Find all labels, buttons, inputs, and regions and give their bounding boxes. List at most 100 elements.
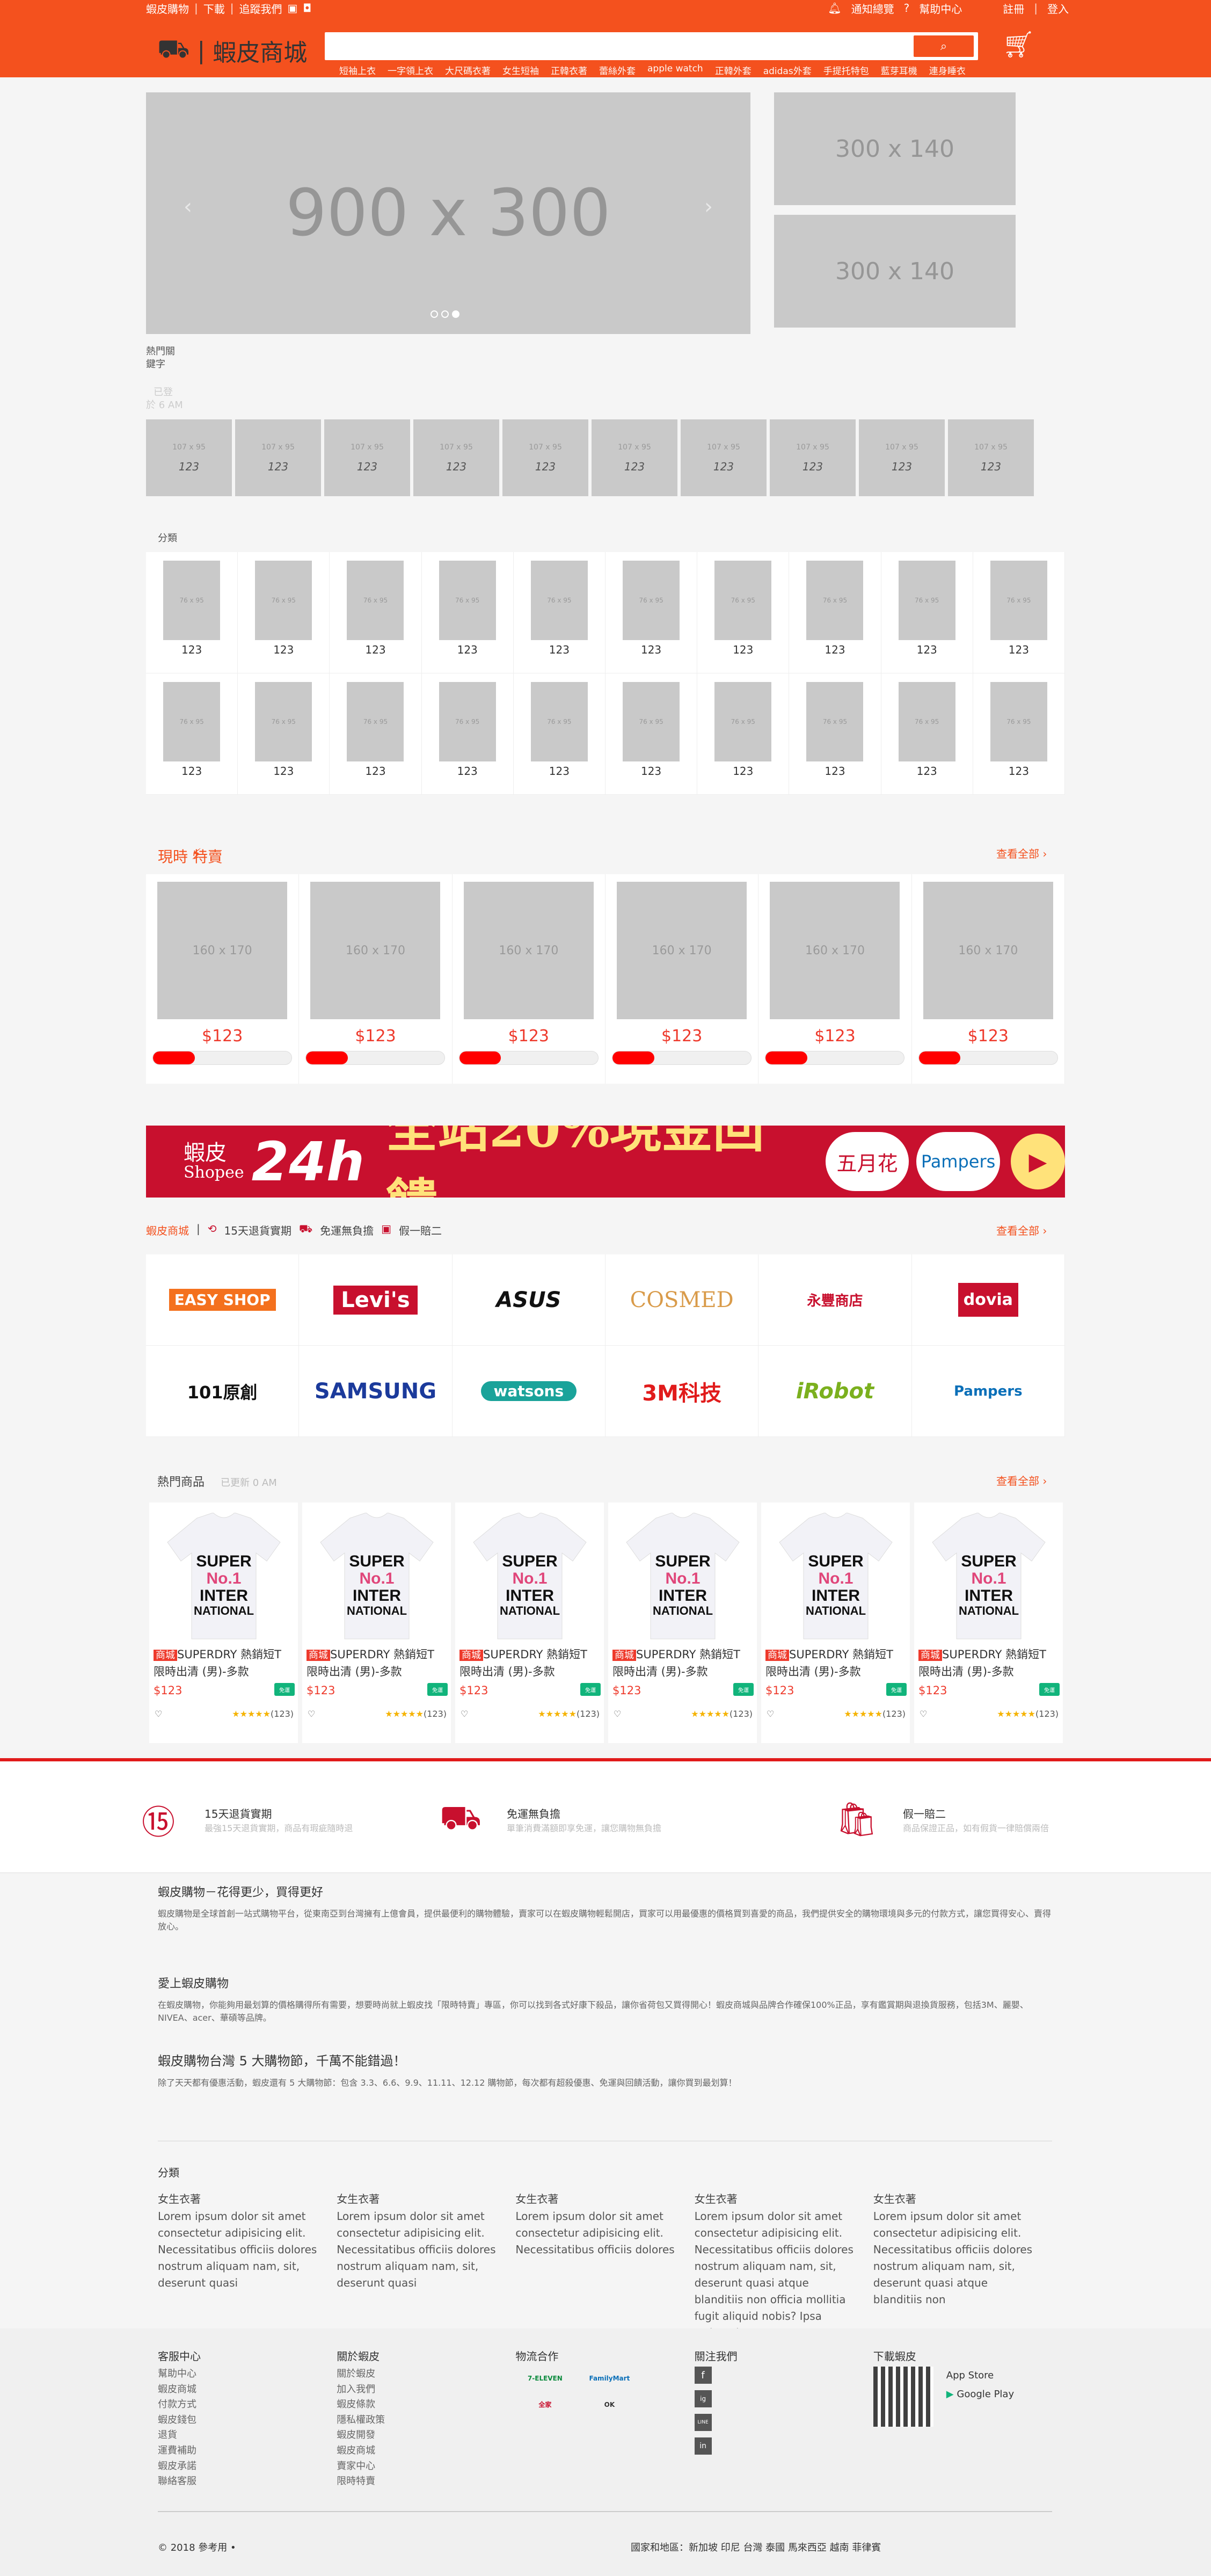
footer-link[interactable]: 退貨 (158, 2428, 337, 2443)
category-item[interactable]: 76 x 95 123 (238, 673, 330, 795)
category-item[interactable]: 76 x 95 123 (146, 673, 238, 795)
category-item[interactable]: 76 x 95 123 (789, 673, 881, 795)
hot-keyword[interactable]: 短袖上衣 (339, 63, 376, 77)
footer-category-heading[interactable]: 女生衣著 (873, 2190, 1052, 2206)
quick-link-item[interactable]: 107 x 95 123 (413, 419, 499, 496)
category-item[interactable]: 76 x 95 123 (973, 552, 1065, 673)
quick-link-item[interactable]: 107 x 95 123 (146, 419, 232, 496)
heart-icon[interactable]: ♡ (308, 1709, 315, 1719)
brand-cell[interactable]: 永豐商店 (758, 1254, 912, 1346)
topbar-shopee[interactable]: 蝦皮購物 (146, 1, 189, 16)
footer-link[interactable]: 運費補助 (158, 2443, 337, 2459)
topbar-follow[interactable]: 追蹤我們 (239, 1, 282, 16)
footer-link[interactable]: 幫助中心 (158, 2367, 337, 2382)
quick-link-item[interactable]: 107 x 95 123 (502, 419, 588, 496)
hot-keyword[interactable]: 正韓外套 (715, 63, 752, 77)
category-item[interactable]: 76 x 95 123 (513, 552, 606, 673)
quick-link-item[interactable]: 107 x 95 123 (770, 419, 856, 496)
quick-link-item[interactable]: 107 x 95 123 (681, 419, 767, 496)
heart-icon[interactable]: ♡ (614, 1709, 621, 1719)
mall-title[interactable]: 蝦皮商城 (146, 1222, 189, 1238)
brand-cell[interactable]: Levi's (299, 1254, 453, 1346)
login-link[interactable]: 登入 (1047, 1, 1069, 16)
carousel-dot[interactable] (441, 310, 449, 318)
instagram-icon[interactable]: ◘ (303, 2, 311, 14)
footer-link[interactable]: 蝦皮開發 (337, 2428, 515, 2443)
product-card[interactable]: SUPER No.1 INTER NATIONAL 商城 SUPERDRY 熱銷短T 限時… (455, 1503, 604, 1743)
footer-link[interactable]: 限時特賣 (337, 2474, 515, 2490)
notify-link[interactable]: 通知總覽 (851, 1, 894, 16)
search-button[interactable]: ⌕ (914, 35, 974, 57)
hot-keyword[interactable]: 手提托特包 (823, 63, 869, 77)
footer-link[interactable]: 蝦皮商城 (337, 2443, 515, 2459)
brand-cell[interactable]: ASUS (452, 1254, 606, 1346)
side-banner-1[interactable]: 300 x 140 (774, 92, 1016, 205)
footer-link[interactable]: 關於蝦皮 (337, 2367, 515, 2382)
flash-item[interactable]: 160 x 170 $123 (146, 874, 300, 1084)
category-item[interactable]: 76 x 95 123 (421, 673, 514, 795)
category-item[interactable]: 76 x 95 123 (697, 673, 790, 795)
product-card[interactable]: SUPER No.1 INTER NATIONAL 商城 SUPERDRY 熱銷短T 限時… (302, 1503, 451, 1743)
flash-item[interactable]: 160 x 170 $123 (299, 874, 453, 1084)
quick-link-item[interactable]: 107 x 95 123 (948, 419, 1034, 496)
product-card[interactable]: SUPER No.1 INTER NATIONAL 商城 SUPERDRY 熱銷短T 限時… (608, 1503, 757, 1743)
category-item[interactable]: 76 x 95 123 (881, 673, 973, 795)
mall-more-link[interactable]: 查看全部 › (996, 1222, 1047, 1238)
category-item[interactable]: 76 x 95 123 (697, 552, 790, 673)
google-play-link[interactable]: ▶ Google Play (946, 2389, 1014, 2400)
hot-keyword[interactable]: 藍芽耳機 (881, 63, 917, 77)
footer-link[interactable]: 聯絡客服 (158, 2474, 337, 2490)
brand-cell[interactable]: Pampers (911, 1346, 1065, 1437)
flash-item[interactable]: 160 x 170 $123 (758, 874, 912, 1084)
category-item[interactable]: 76 x 95 123 (789, 552, 881, 673)
facebook-icon[interactable]: ▣ (288, 2, 298, 14)
main-banner[interactable]: 900 x 300 ‹ › (146, 92, 750, 334)
logo[interactable]: ⛟ | 蝦皮商城 (157, 33, 307, 68)
brand-cell[interactable]: dovia (911, 1254, 1065, 1346)
category-item[interactable]: 76 x 95 123 (146, 552, 238, 673)
register-link[interactable]: 註冊 (1003, 1, 1024, 16)
hot-keyword[interactable]: adidas外套 (763, 63, 812, 77)
product-card[interactable]: SUPER No.1 INTER NATIONAL 商城 SUPERDRY 熱銷短T 限時… (761, 1503, 910, 1743)
cart-icon[interactable]: 🛒︎ (1002, 29, 1035, 60)
footer-category-heading[interactable]: 女生衣著 (158, 2190, 337, 2206)
hot-keyword[interactable]: apple watch (647, 63, 703, 77)
instagram-icon[interactable]: ig (694, 2390, 712, 2407)
quick-link-item[interactable]: 107 x 95 123 (235, 419, 321, 496)
product-card[interactable]: SUPER No.1 INTER NATIONAL 商城 SUPERDRY 熱銷短T 限時… (914, 1503, 1063, 1743)
category-item[interactable]: 76 x 95 123 (973, 673, 1065, 795)
brand-cell[interactable]: 3M科技 (606, 1346, 759, 1437)
category-item[interactable]: 76 x 95 123 (421, 552, 514, 673)
brand-cell[interactable]: iRobot (758, 1346, 912, 1437)
hot-keyword[interactable]: 連身睡衣 (929, 63, 966, 77)
side-banner-2[interactable]: 300 x 140 (774, 215, 1016, 328)
carousel-dot[interactable] (431, 310, 438, 318)
linkedin-icon[interactable]: in (694, 2437, 712, 2455)
footer-link[interactable]: 賣家中心 (337, 2459, 515, 2475)
category-item[interactable]: 76 x 95 123 (330, 552, 422, 673)
footer-link[interactable]: 蝦皮承諾 (158, 2459, 337, 2475)
footer-link[interactable]: 付款方式 (158, 2397, 337, 2413)
hot-keyword[interactable]: 正韓衣著 (551, 63, 587, 77)
brand-cell[interactable]: watsons (452, 1346, 606, 1437)
prev-arrow-icon[interactable]: ‹ (184, 194, 192, 219)
next-arrow-icon[interactable]: › (704, 194, 713, 219)
hot-keyword[interactable]: 蕾絲外套 (599, 63, 636, 77)
footer-link[interactable]: 蝦皮錢包 (158, 2413, 337, 2428)
brand-cell[interactable]: SAMSUNG (299, 1346, 453, 1437)
footer-link[interactable]: 加入我們 (337, 2382, 515, 2398)
app-store-link[interactable]: App Store (946, 2370, 1014, 2381)
footer-link[interactable]: 蝦皮條款 (337, 2397, 515, 2413)
flash-item[interactable]: 160 x 170 $123 (912, 874, 1065, 1084)
topbar-download[interactable]: 下載 (203, 1, 225, 16)
footer-link[interactable]: 蝦皮商城 (158, 2382, 337, 2398)
category-item[interactable]: 76 x 95 123 (605, 673, 698, 795)
quick-link-item[interactable]: 107 x 95 123 (592, 419, 677, 496)
brand-cell[interactable]: COSMED (606, 1254, 759, 1346)
flash-item[interactable]: 160 x 170 $123 (606, 874, 759, 1084)
heart-icon[interactable]: ♡ (155, 1709, 162, 1719)
brand-cell[interactable]: 101原創 (146, 1346, 300, 1437)
category-item[interactable]: 76 x 95 123 (605, 552, 698, 673)
product-card[interactable]: SUPER No.1 INTER NATIONAL 商城 SUPERDRY 熱銷短T 限時… (149, 1503, 298, 1743)
quick-link-item[interactable]: 107 x 95 123 (859, 419, 945, 496)
